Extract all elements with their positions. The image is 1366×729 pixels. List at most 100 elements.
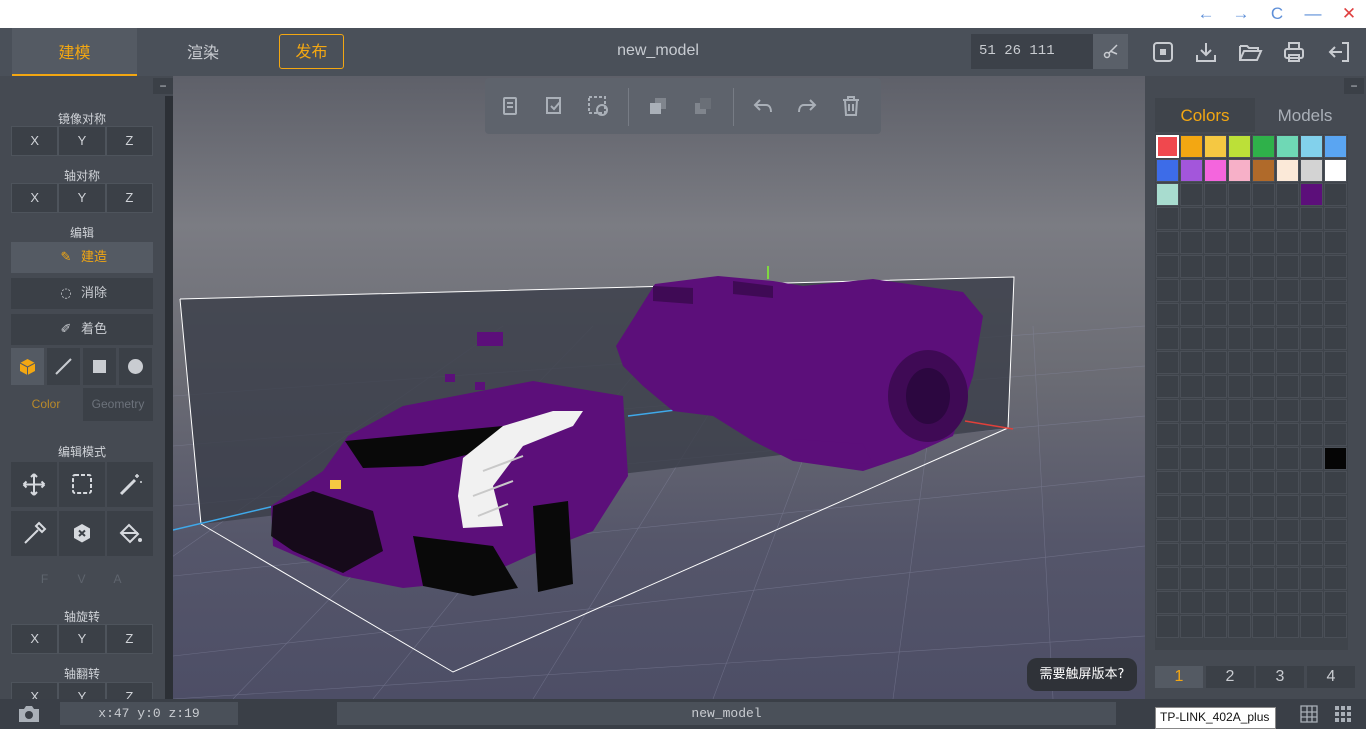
- empty-swatch[interactable]: [1228, 231, 1251, 254]
- empty-swatch[interactable]: [1180, 543, 1203, 566]
- empty-swatch[interactable]: [1324, 519, 1347, 542]
- tab-model[interactable]: 建模: [12, 28, 137, 76]
- empty-swatch[interactable]: [1204, 567, 1227, 590]
- empty-swatch[interactable]: [1252, 519, 1275, 542]
- empty-swatch[interactable]: [1204, 303, 1227, 326]
- empty-swatch[interactable]: [1300, 327, 1323, 350]
- empty-swatch[interactable]: [1180, 423, 1203, 446]
- empty-swatch[interactable]: [1156, 327, 1179, 350]
- color-swatch[interactable]: [1324, 159, 1347, 182]
- left-panel-scrollbar[interactable]: [165, 96, 173, 699]
- eyedropper-button[interactable]: [11, 511, 57, 556]
- color-swatch[interactable]: [1324, 135, 1347, 158]
- empty-swatch[interactable]: [1156, 471, 1179, 494]
- empty-swatch[interactable]: [1180, 351, 1203, 374]
- delete-selection-button[interactable]: [59, 511, 105, 556]
- empty-swatch[interactable]: [1180, 375, 1203, 398]
- empty-swatch[interactable]: [1252, 591, 1275, 614]
- empty-swatch[interactable]: [1252, 447, 1275, 470]
- empty-swatch[interactable]: [1228, 303, 1251, 326]
- empty-swatch[interactable]: [1180, 591, 1203, 614]
- empty-swatch[interactable]: [1276, 351, 1299, 374]
- tab-geometry[interactable]: Geometry: [83, 388, 153, 421]
- palette-page-1[interactable]: 1: [1155, 666, 1203, 688]
- shape-square-button[interactable]: [83, 348, 116, 385]
- flip-y-button[interactable]: Y: [58, 682, 106, 699]
- publish-button[interactable]: 发布: [279, 34, 344, 69]
- empty-swatch[interactable]: [1324, 231, 1347, 254]
- empty-swatch[interactable]: [1276, 447, 1299, 470]
- empty-swatch[interactable]: [1276, 207, 1299, 230]
- grid-icon[interactable]: [1300, 705, 1318, 723]
- empty-swatch[interactable]: [1180, 495, 1203, 518]
- shape-cube-button[interactable]: [11, 348, 44, 385]
- empty-swatch[interactable]: [1228, 327, 1251, 350]
- empty-swatch[interactable]: [1228, 255, 1251, 278]
- close-icon[interactable]: ✕: [1338, 3, 1360, 25]
- axis-sym-x-button[interactable]: X: [11, 183, 59, 213]
- rotate-x-button[interactable]: X: [11, 624, 59, 654]
- print-icon[interactable]: [1281, 40, 1307, 64]
- empty-swatch[interactable]: [1300, 423, 1323, 446]
- empty-swatch[interactable]: [1324, 207, 1347, 230]
- paint-bucket-button[interactable]: [107, 511, 153, 556]
- empty-swatch[interactable]: [1252, 375, 1275, 398]
- paste-icon[interactable]: [543, 94, 567, 118]
- empty-swatch[interactable]: [1228, 279, 1251, 302]
- empty-swatch[interactable]: [1156, 303, 1179, 326]
- empty-swatch[interactable]: [1228, 375, 1251, 398]
- empty-swatch[interactable]: [1204, 231, 1227, 254]
- empty-swatch[interactable]: [1300, 615, 1323, 638]
- empty-swatch[interactable]: [1228, 519, 1251, 542]
- empty-swatch[interactable]: [1204, 423, 1227, 446]
- empty-swatch[interactable]: [1300, 495, 1323, 518]
- mirror-y-button[interactable]: Y: [58, 126, 106, 156]
- empty-swatch[interactable]: [1300, 519, 1323, 542]
- dense-grid-icon[interactable]: [1334, 705, 1352, 723]
- scissors-button[interactable]: [1093, 34, 1128, 69]
- color-swatch[interactable]: [1300, 159, 1323, 182]
- 3d-viewport[interactable]: 需要触屏版本?: [173, 76, 1145, 699]
- empty-swatch[interactable]: [1276, 519, 1299, 542]
- exit-icon[interactable]: [1326, 40, 1352, 64]
- refresh-icon[interactable]: C: [1266, 3, 1288, 25]
- empty-swatch[interactable]: [1156, 255, 1179, 278]
- empty-swatch[interactable]: [1324, 279, 1347, 302]
- minimize-icon[interactable]: —: [1302, 3, 1324, 25]
- empty-swatch[interactable]: [1276, 279, 1299, 302]
- empty-swatch[interactable]: [1228, 471, 1251, 494]
- collapse-left-button[interactable]: −: [153, 78, 173, 94]
- empty-swatch[interactable]: [1228, 399, 1251, 422]
- empty-swatch[interactable]: [1276, 375, 1299, 398]
- color-swatch[interactable]: [1156, 159, 1179, 182]
- folder-open-icon[interactable]: [1237, 40, 1263, 64]
- empty-swatch[interactable]: [1228, 567, 1251, 590]
- color-swatch[interactable]: [1252, 159, 1275, 182]
- empty-swatch[interactable]: [1252, 303, 1275, 326]
- empty-swatch[interactable]: [1156, 351, 1179, 374]
- empty-swatch[interactable]: [1156, 231, 1179, 254]
- empty-swatch[interactable]: [1204, 183, 1227, 206]
- empty-swatch[interactable]: [1300, 591, 1323, 614]
- palette-page-3[interactable]: 3: [1256, 666, 1304, 688]
- empty-swatch[interactable]: [1180, 255, 1203, 278]
- empty-swatch[interactable]: [1204, 375, 1227, 398]
- cut-select-icon[interactable]: [586, 94, 610, 118]
- empty-swatch[interactable]: [1300, 207, 1323, 230]
- empty-swatch[interactable]: [1276, 231, 1299, 254]
- empty-swatch[interactable]: [1300, 543, 1323, 566]
- flip-x-button[interactable]: X: [11, 682, 59, 699]
- empty-swatch[interactable]: [1300, 279, 1323, 302]
- empty-swatch[interactable]: [1276, 543, 1299, 566]
- empty-swatch[interactable]: [1324, 495, 1347, 518]
- empty-swatch[interactable]: [1156, 591, 1179, 614]
- back-icon[interactable]: ←: [1195, 3, 1217, 25]
- color-swatch-black[interactable]: [1324, 447, 1347, 470]
- tool-build[interactable]: ✎ 建造: [11, 242, 153, 273]
- empty-swatch[interactable]: [1276, 423, 1299, 446]
- empty-swatch[interactable]: [1324, 615, 1347, 638]
- rotate-z-button[interactable]: Z: [105, 624, 153, 654]
- palette-page-2[interactable]: 2: [1206, 666, 1254, 688]
- move-button[interactable]: [11, 462, 57, 507]
- magic-wand-button[interactable]: [107, 462, 153, 507]
